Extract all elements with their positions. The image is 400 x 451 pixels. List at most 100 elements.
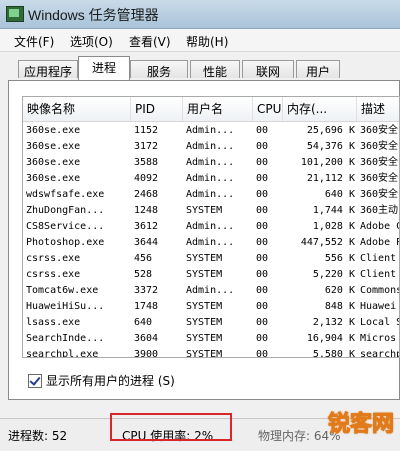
cell-memory: 101,200 K [300, 157, 355, 168]
cell-user-name: Admin... [186, 141, 235, 152]
table-row[interactable]: csrss.exe 528 SYSTEM 00 5,220 K Client [23, 267, 399, 283]
table-row[interactable]: 360se.exe 1152 Admin... 00 25,696 K 360安全 [23, 123, 399, 139]
task-manager-icon [6, 6, 24, 22]
table-row[interactable]: ZhuDongFan... 1248 SYSTEM 00 1,744 K 360主动 [23, 203, 399, 219]
cell-memory: 54,376 K [306, 141, 355, 152]
cpu-highlight-box [110, 413, 232, 441]
cell-image-name: Tomcat6w.exe [26, 285, 99, 296]
menu-view[interactable]: 查看(V) [129, 33, 171, 50]
cell-pid: 4092 [134, 173, 159, 184]
cell-cpu: 00 [256, 253, 269, 264]
cell-image-name: SearchInde... [26, 333, 105, 344]
table-header: 映像名称 PID 用户名 CPU 内存(... 描述 [23, 97, 399, 122]
tab-performance[interactable]: 性能 [190, 60, 240, 79]
cell-user-name: Admin... [186, 173, 235, 184]
cell-user-name: Admin... [186, 125, 235, 136]
cell-user-name: SYSTEM [186, 205, 223, 216]
menu-help[interactable]: 帮助(H) [186, 33, 228, 50]
cell-user-name: SYSTEM [186, 317, 223, 328]
table-row[interactable]: Tomcat6w.exe 3372 Admin... 00 620 K Commons [23, 283, 400, 299]
table-row[interactable]: wdswfsafe.exe 2468 Admin... 00 640 K 360安全 [23, 187, 399, 203]
cell-user-name: Admin... [186, 285, 235, 296]
process-count: 进程数: 52 [8, 429, 68, 443]
table-row[interactable]: 360se.exe 3172 Admin... 00 54,376 K 360安全 [23, 139, 399, 155]
cell-memory: 16,904 K [306, 333, 355, 344]
cell-pid: 3372 [134, 285, 159, 296]
column-image-name[interactable]: 映像名称 [23, 97, 131, 121]
cell-pid: 456 [134, 253, 153, 264]
table-row[interactable]: HuaweiHiSu... 1748 SYSTEM 00 848 K Huawei [23, 299, 399, 315]
cell-image-name: Photoshop.exe [26, 237, 105, 248]
cell-image-name: 360se.exe [26, 173, 81, 184]
cell-user-name: Admin... [186, 221, 235, 232]
cell-cpu: 00 [256, 349, 269, 358]
table-row[interactable]: csrss.exe 456 SYSTEM 00 556 K Client [23, 251, 399, 267]
tab-strip: 应用程序 进程 服务 性能 联网 用户 [0, 54, 400, 80]
cell-user-name: Admin... [186, 157, 235, 168]
cell-image-name: 360se.exe [26, 141, 81, 152]
cell-description: 360安全 [360, 173, 399, 184]
cell-cpu: 00 [256, 189, 269, 200]
watermark-logo: 锐客网 [327, 412, 394, 438]
cell-cpu: 00 [256, 157, 269, 168]
cell-user-name: Admin... [186, 189, 235, 200]
tab-networking[interactable]: 联网 [242, 60, 294, 79]
column-pid[interactable]: PID [131, 97, 183, 121]
cell-image-name: searchpl.exe [26, 349, 99, 358]
cell-description: Commons [360, 285, 400, 296]
table-row[interactable]: SearchInde... 3604 SYSTEM 00 16,904 K Micros [23, 331, 399, 347]
cell-description: Huawei [360, 301, 397, 312]
cell-memory: 5,220 K [312, 269, 355, 280]
table-row[interactable]: CS8Service... 3612 Admin... 00 1,028 K Adobe … [23, 219, 400, 235]
show-all-users-checkbox[interactable] [28, 374, 42, 388]
cell-pid: 3172 [134, 141, 159, 152]
table-row[interactable]: lsass.exe 640 SYSTEM 00 2,132 K Local S [23, 315, 399, 331]
cell-pid: 3644 [134, 237, 159, 248]
tab-processes[interactable]: 进程 [78, 56, 130, 80]
table-row[interactable]: Photoshop.exe 3644 Admin... 00 447,552 K Adob… [23, 235, 400, 251]
column-cpu[interactable]: CPU [253, 97, 283, 121]
cell-memory: 25,696 K [306, 125, 355, 136]
cell-pid: 1748 [134, 301, 159, 312]
table-row[interactable]: searchpl.exe 3900 SYSTEM 00 5,580 K searchp [23, 347, 400, 358]
cell-cpu: 00 [256, 317, 269, 328]
cell-description: Adobe C [360, 221, 400, 232]
column-memory[interactable]: 内存(... [283, 97, 357, 121]
column-user-name[interactable]: 用户名 [183, 97, 253, 121]
cell-user-name: SYSTEM [186, 301, 223, 312]
cell-image-name: 360se.exe [26, 157, 81, 168]
cell-cpu: 00 [256, 205, 269, 216]
cell-pid: 3900 [134, 349, 159, 358]
cell-cpu: 00 [256, 173, 269, 184]
cell-pid: 528 [134, 269, 153, 280]
cell-description: 360安全 [360, 141, 399, 152]
cell-memory: 1,744 K [312, 205, 355, 216]
cell-pid: 3604 [134, 333, 159, 344]
cell-pid: 3612 [134, 221, 159, 232]
table-row[interactable]: 360se.exe 3588 Admin... 00 101,200 K 360安全 [23, 155, 399, 171]
cell-image-name: wdswfsafe.exe [26, 189, 105, 200]
cell-description: Client [360, 253, 397, 264]
cell-cpu: 00 [256, 301, 269, 312]
cell-image-name: lsass.exe [26, 317, 81, 328]
process-table[interactable]: 映像名称 PID 用户名 CPU 内存(... 描述 360se.exe 1152… [22, 96, 400, 358]
cell-memory: 848 K [324, 301, 355, 312]
menu-options[interactable]: 选项(O) [70, 33, 113, 50]
cell-cpu: 00 [256, 269, 269, 280]
cell-pid: 1152 [134, 125, 159, 136]
cell-pid: 3588 [134, 157, 159, 168]
cell-user-name: Admin... [186, 237, 235, 248]
menu-file[interactable]: 文件(F) [14, 33, 54, 50]
cell-image-name: csrss.exe [26, 269, 81, 280]
cell-description: Adobe P [360, 237, 400, 248]
table-row[interactable]: 360se.exe 4092 Admin... 00 21,112 K 360安全 [23, 171, 399, 187]
tab-users[interactable]: 用户 [296, 60, 340, 79]
tab-applications[interactable]: 应用程序 [18, 60, 78, 79]
cell-memory: 556 K [324, 253, 355, 264]
cell-memory: 5,580 K [312, 349, 355, 358]
tab-services[interactable]: 服务 [130, 60, 188, 79]
cell-memory: 2,132 K [312, 317, 355, 328]
cell-description: 360安全 [360, 157, 399, 168]
cell-description: searchp [360, 349, 400, 358]
column-description[interactable]: 描述 [357, 97, 399, 121]
